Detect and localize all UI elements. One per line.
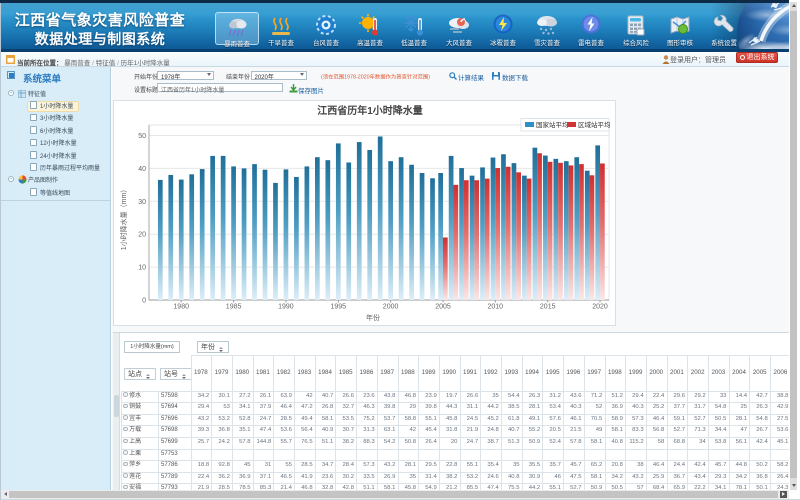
svg-text:2000: 2000 — [383, 304, 399, 311]
svg-text:区域站平均: 区域站平均 — [578, 120, 611, 129]
svg-text:1990: 1990 — [278, 304, 294, 311]
svg-text:国家站平均: 国家站平均 — [536, 120, 569, 129]
svg-text:2015: 2015 — [540, 304, 556, 311]
svg-text:江西省历年1小时降水量: 江西省历年1小时降水量 — [317, 104, 423, 117]
svg-text:2005: 2005 — [435, 304, 451, 311]
svg-text:0: 0 — [142, 298, 146, 305]
svg-text:30: 30 — [138, 199, 146, 206]
svg-text:年份: 年份 — [366, 313, 380, 322]
svg-text:50: 50 — [138, 133, 146, 140]
svg-text:2020: 2020 — [592, 304, 608, 311]
svg-text:2010: 2010 — [488, 304, 504, 311]
svg-text:1980: 1980 — [173, 304, 189, 311]
svg-text:1995: 1995 — [331, 304, 347, 311]
svg-text:10: 10 — [138, 265, 146, 272]
svg-text:1985: 1985 — [226, 304, 242, 311]
svg-text:20: 20 — [138, 232, 146, 239]
svg-text:1小时降水量（mm）: 1小时降水量（mm） — [119, 186, 128, 251]
svg-text:40: 40 — [138, 166, 146, 173]
